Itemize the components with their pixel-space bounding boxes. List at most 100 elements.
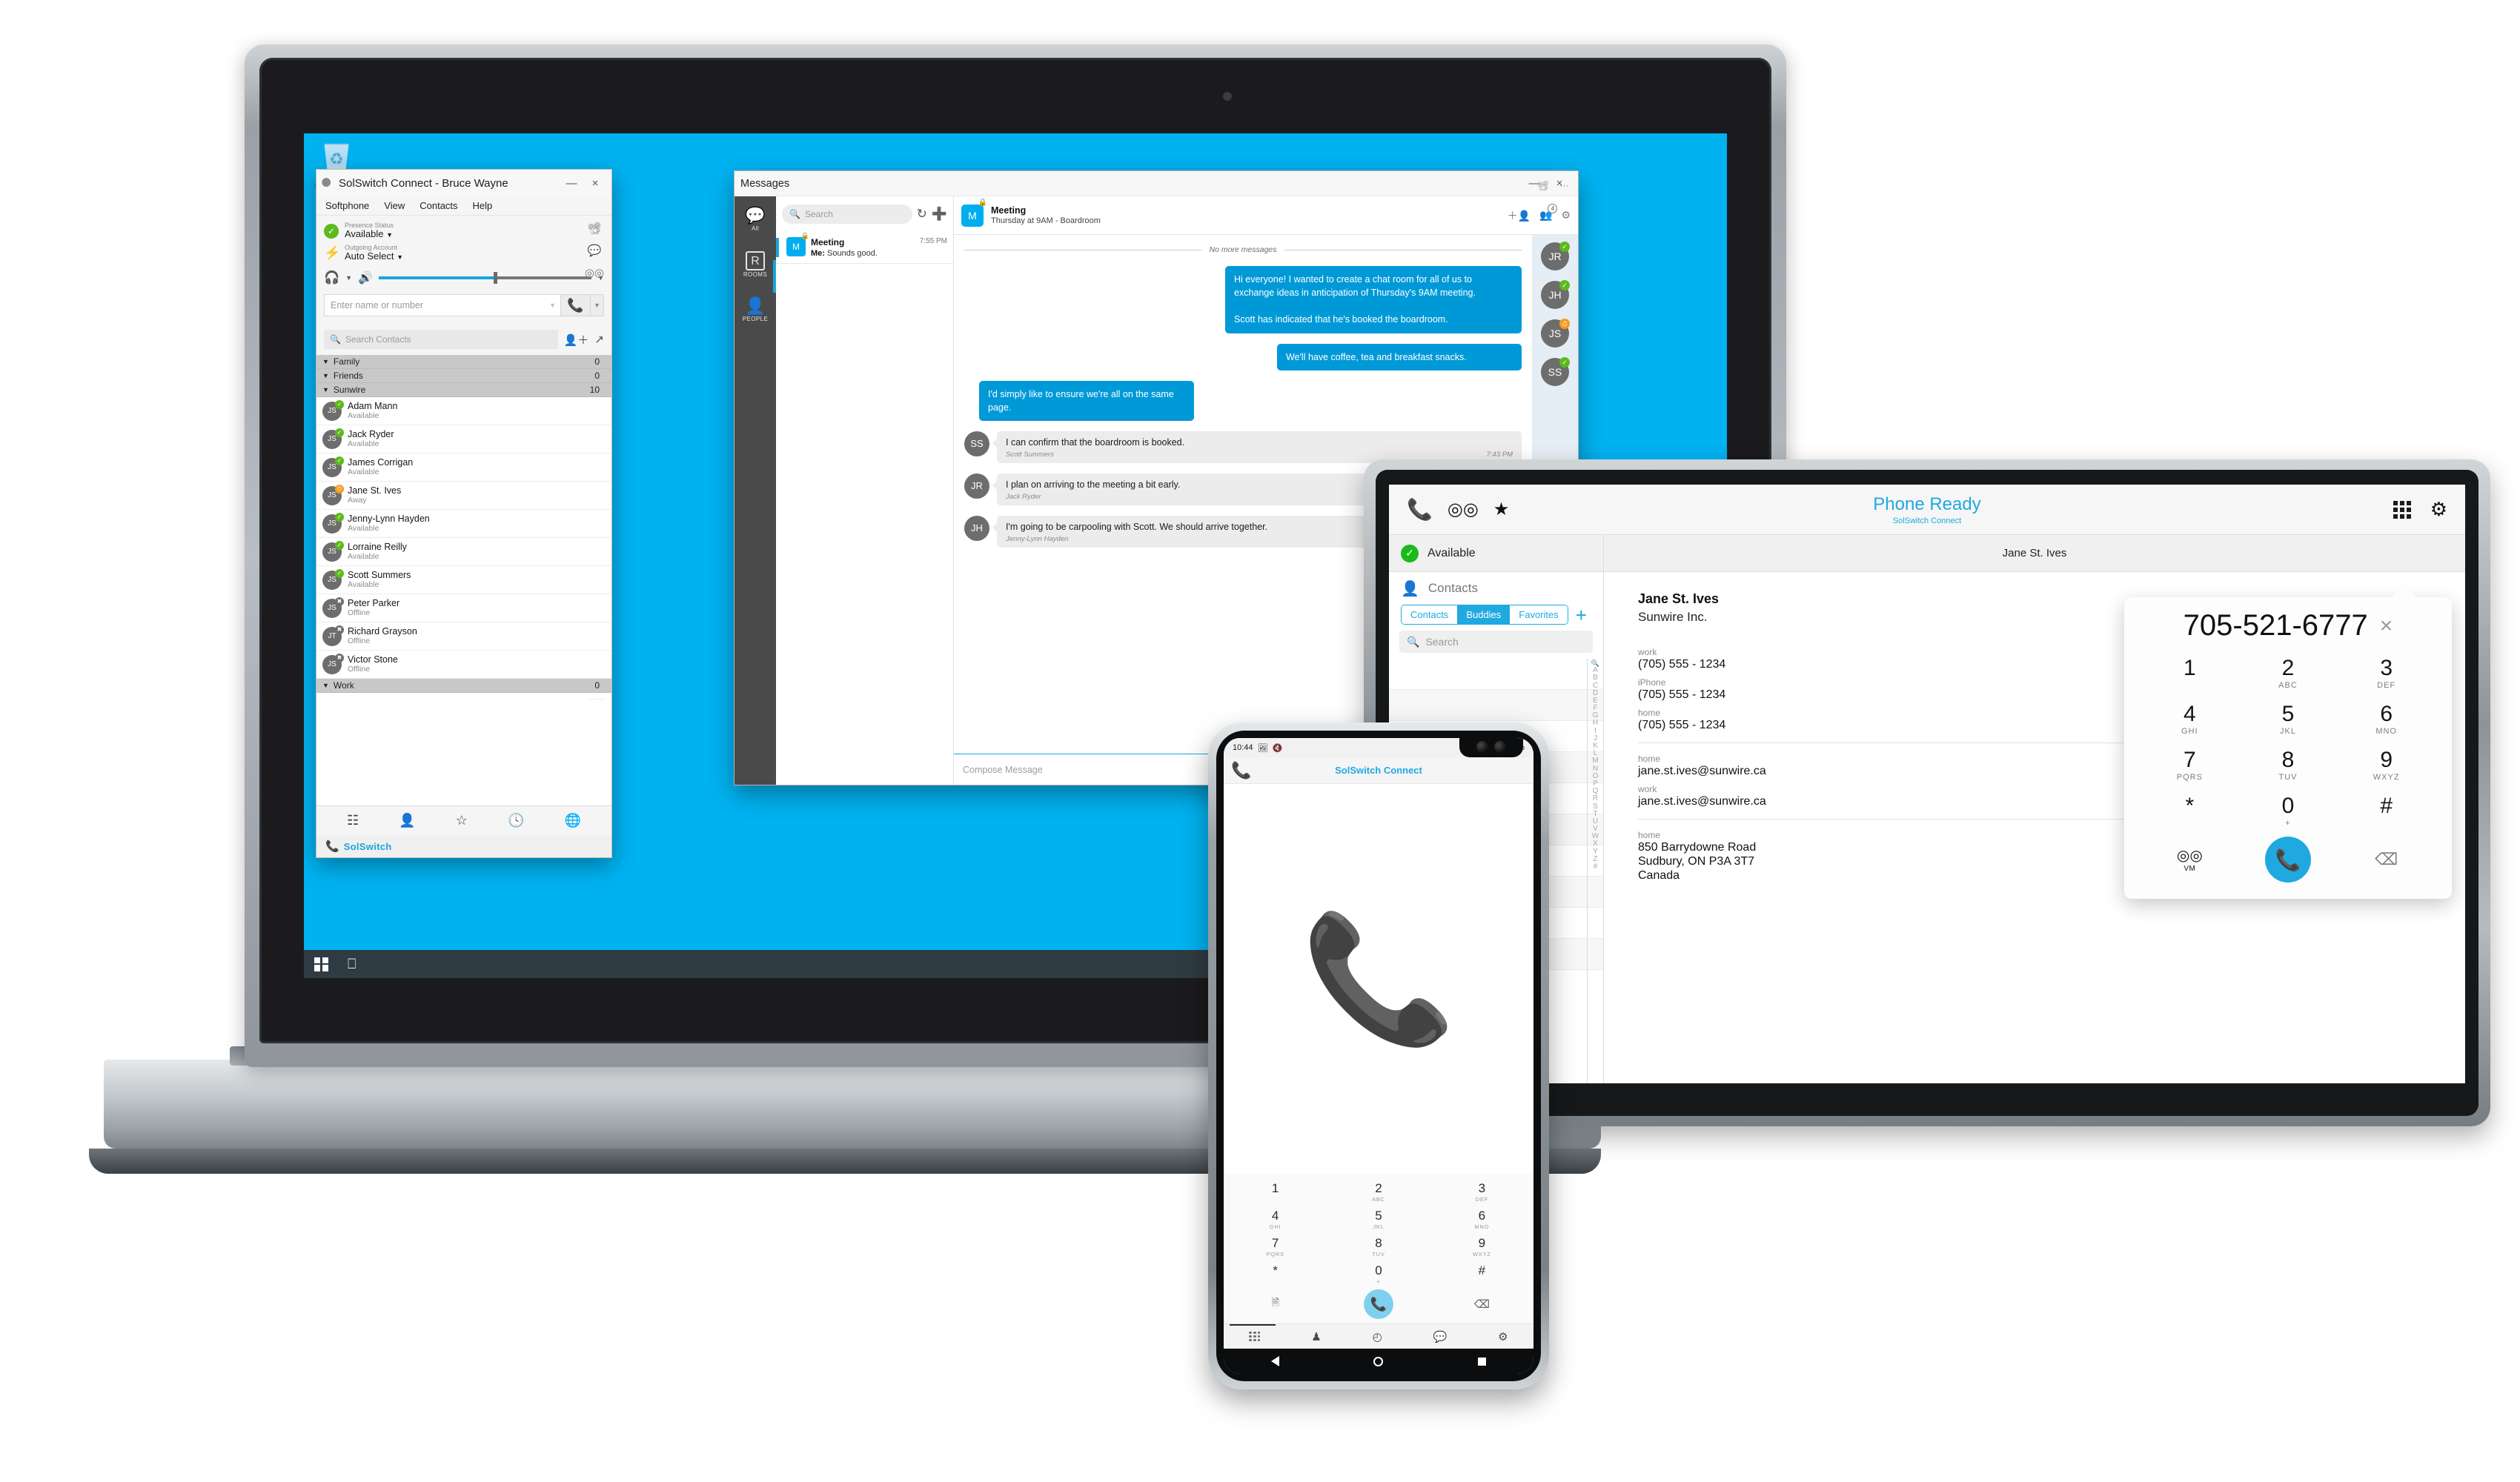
dialpad-key-6[interactable]: 6 MNO <box>1430 1209 1533 1230</box>
tablet-search-input[interactable]: 🔍 Search <box>1399 631 1593 653</box>
dialpad-key-4[interactable]: 4 GHI <box>1224 1209 1327 1230</box>
clear-number-icon[interactable]: × <box>2380 614 2393 639</box>
rail-item-all[interactable]: 💬 All <box>739 207 772 233</box>
dialpad-key-9[interactable]: 9 WXYZ <box>2337 748 2436 782</box>
call-button[interactable]: 📞 <box>1363 1289 1393 1319</box>
tab-favorites[interactable]: Favorites <box>1510 605 1568 624</box>
contacts-list[interactable]: JS ✓ Adam Mann Available JS ✓ Jack Ryder Ava… <box>316 397 611 805</box>
windows-logo-icon[interactable] <box>314 957 328 971</box>
messages-search-input[interactable]: 🔍 Search <box>782 205 912 224</box>
screenshare-icon[interactable]: 📽 <box>1536 180 1549 192</box>
rail-item-rooms[interactable]: R ROOMS <box>739 251 772 278</box>
participant-avatar[interactable]: JR ✓ <box>1541 242 1570 270</box>
contact-row[interactable]: JS ✓ Lorraine Reilly Available <box>316 538 611 566</box>
solswitch-phone-cloud-icon[interactable]: 📞 <box>1407 499 1433 520</box>
dial-input[interactable]: Enter name or number ▼ <box>324 294 561 316</box>
dial-input-dropdown-icon[interactable]: ▼ <box>549 302 556 309</box>
dialpad-icon[interactable]: ☷ <box>347 813 359 828</box>
headset-dropdown-icon[interactable]: ▼ <box>345 274 352 282</box>
participant-avatar[interactable]: JS ⏱ <box>1541 319 1570 348</box>
call-options-dropdown[interactable]: ▼ <box>591 294 604 316</box>
outgoing-account-row[interactable]: ⚡ Outgoing Account Auto Select ▼ <box>324 242 604 265</box>
alphabet-index[interactable]: 🔍 A B C D E F G H I J K L M N O P Q R S T U V W X Y Z # <box>1587 659 1603 1083</box>
new-conversation-icon[interactable]: ➕ <box>932 207 947 222</box>
softphone-close-button[interactable]: × <box>583 177 607 190</box>
menu-item-view[interactable]: View <box>384 200 405 211</box>
refresh-icon[interactable]: ↻ <box>917 207 927 222</box>
history-clock-icon[interactable]: 🕓 <box>508 813 524 828</box>
task-view-icon[interactable]: ⎕ <box>348 957 356 971</box>
dialpad-key-3[interactable]: 3 DEF <box>1430 1181 1533 1203</box>
participant-avatar[interactable]: SS ✓ <box>1541 357 1570 386</box>
add-contact-button[interactable]: + <box>1576 605 1587 625</box>
dialpad-key-1[interactable]: 1 <box>2141 656 2239 690</box>
headset-icon[interactable]: 🎧 <box>324 270 339 285</box>
screenshare-icon[interactable]: 📽 <box>587 222 601 235</box>
dialpad-key-star[interactable]: * <box>1224 1263 1327 1285</box>
availability-row[interactable]: ✓ Available <box>1389 535 1603 572</box>
popout-icon[interactable]: ↗ <box>594 333 604 346</box>
dialpad-key-7[interactable]: 7 PQRS <box>1224 1236 1327 1257</box>
star-icon[interactable]: ★ <box>1493 499 1510 520</box>
group-header-family[interactable]: ▼ Family 0 <box>316 355 611 376</box>
dialpad-key-hash[interactable]: # <box>2337 794 2436 828</box>
dialpad-key-7[interactable]: 7 PQRS <box>2141 748 2239 782</box>
dialpad-key-0[interactable]: 0 + <box>2239 794 2338 828</box>
tab-buddies[interactable]: Buddies <box>1457 605 1511 624</box>
solswitch-phone-cloud-icon[interactable]: 📞 <box>1231 762 1251 779</box>
alpha-index-letter[interactable]: # <box>1594 863 1598 871</box>
contact-row[interactable]: JT ✖ Richard Grayson Offline <box>316 622 611 651</box>
dialpad-key-5[interactable]: 5 JKL <box>1327 1209 1430 1230</box>
contact-row[interactable]: JS ✖ Victor Stone Offline <box>316 651 611 679</box>
dialpad-key-3[interactable]: 3 DEF <box>2337 656 2436 690</box>
dialpad-key-4[interactable]: 4 GHI <box>2141 702 2239 736</box>
contacts-icon[interactable]: ♟ <box>1311 1330 1321 1343</box>
presence-status-row[interactable]: ✓ Presence Status Available ▼ <box>324 220 604 242</box>
favorites-star-icon[interactable]: ☆ <box>456 813 468 828</box>
chat-bubble-icon[interactable]: 💬 <box>588 244 602 257</box>
group-header-work[interactable]: ▼ Work 0 <box>316 679 611 700</box>
contact-row[interactable]: JS ✓ Jenny-Lynn Hayden Available <box>316 510 611 538</box>
menu-item-contacts[interactable]: Contacts <box>420 200 457 211</box>
directory-globe-icon[interactable]: 🌐 <box>564 813 580 828</box>
gear-icon[interactable]: ⚙ <box>2430 498 2447 521</box>
group-header-friends[interactable]: ▼ Friends 0 <box>316 369 611 390</box>
menu-item-help[interactable]: Help <box>473 200 493 211</box>
contacts-search-input[interactable]: 🔍 Search Contacts <box>324 330 558 349</box>
contact-row[interactable]: JS ✓ Scott Summers Available <box>316 566 611 594</box>
gear-icon[interactable]: ⚙ <box>1561 209 1571 222</box>
call-button[interactable]: 📞 <box>561 294 591 316</box>
dialpad-key-2[interactable]: 2 ABC <box>2239 656 2338 690</box>
messages-icon[interactable]: 💬 <box>1433 1330 1448 1343</box>
contact-row[interactable]: JS ✖ Peter Parker Offline <box>316 594 611 622</box>
settings-gear-icon[interactable]: ⚙ <box>1498 1330 1508 1343</box>
add-person-icon[interactable]: ＋👤 <box>1508 208 1531 223</box>
call-button[interactable]: 📞 <box>2264 837 2311 883</box>
tab-contacts[interactable]: Contacts <box>1402 605 1458 624</box>
dialpad-key-0[interactable]: 0 + <box>1327 1263 1430 1285</box>
app-grid-icon[interactable] <box>2393 500 2411 519</box>
home-icon[interactable] <box>1373 1356 1384 1366</box>
dialpad-key-2[interactable]: 2 ABC <box>1327 1181 1430 1203</box>
backspace-icon[interactable]: ⌫ <box>1430 1297 1533 1311</box>
voicemail-icon[interactable]: ◎◎ VM <box>2141 846 2239 873</box>
add-contact-icon[interactable]: 👤＋ <box>564 332 589 348</box>
dialpad-key-1[interactable]: 1 <box>1224 1181 1327 1203</box>
dialpad-key-6[interactable]: 6 MNO <box>2337 702 2436 736</box>
outgoing-account-value[interactable]: Auto Select ▼ <box>345 251 403 262</box>
dialpad-key-8[interactable]: 8 TUV <box>1327 1236 1430 1257</box>
dialpad-key-9[interactable]: 9 WXYZ <box>1430 1236 1533 1257</box>
dialpad-key-star[interactable]: * <box>2141 794 2239 828</box>
volume-slider[interactable] <box>379 272 592 284</box>
contact-row[interactable]: JS ✓ Jack Ryder Available <box>316 425 611 453</box>
history-clock-icon[interactable]: ◴ <box>1373 1330 1382 1343</box>
dialpad-key-hash[interactable]: # <box>1430 1263 1533 1285</box>
group-header-sunwire[interactable]: ▼ Sunwire 10 <box>316 383 611 404</box>
list-item[interactable] <box>1389 659 1603 690</box>
presence-status-value[interactable]: Available ▼ <box>345 229 394 240</box>
menu-item-softphone[interactable]: Softphone <box>325 200 369 211</box>
contact-row[interactable]: JS ✓ James Corrigan Available <box>316 453 611 482</box>
back-icon[interactable] <box>1270 1356 1279 1366</box>
dialpad-key-8[interactable]: 8 TUV <box>2239 748 2338 782</box>
keypad-notes-icon[interactable]: 🗎 <box>1224 1296 1327 1312</box>
